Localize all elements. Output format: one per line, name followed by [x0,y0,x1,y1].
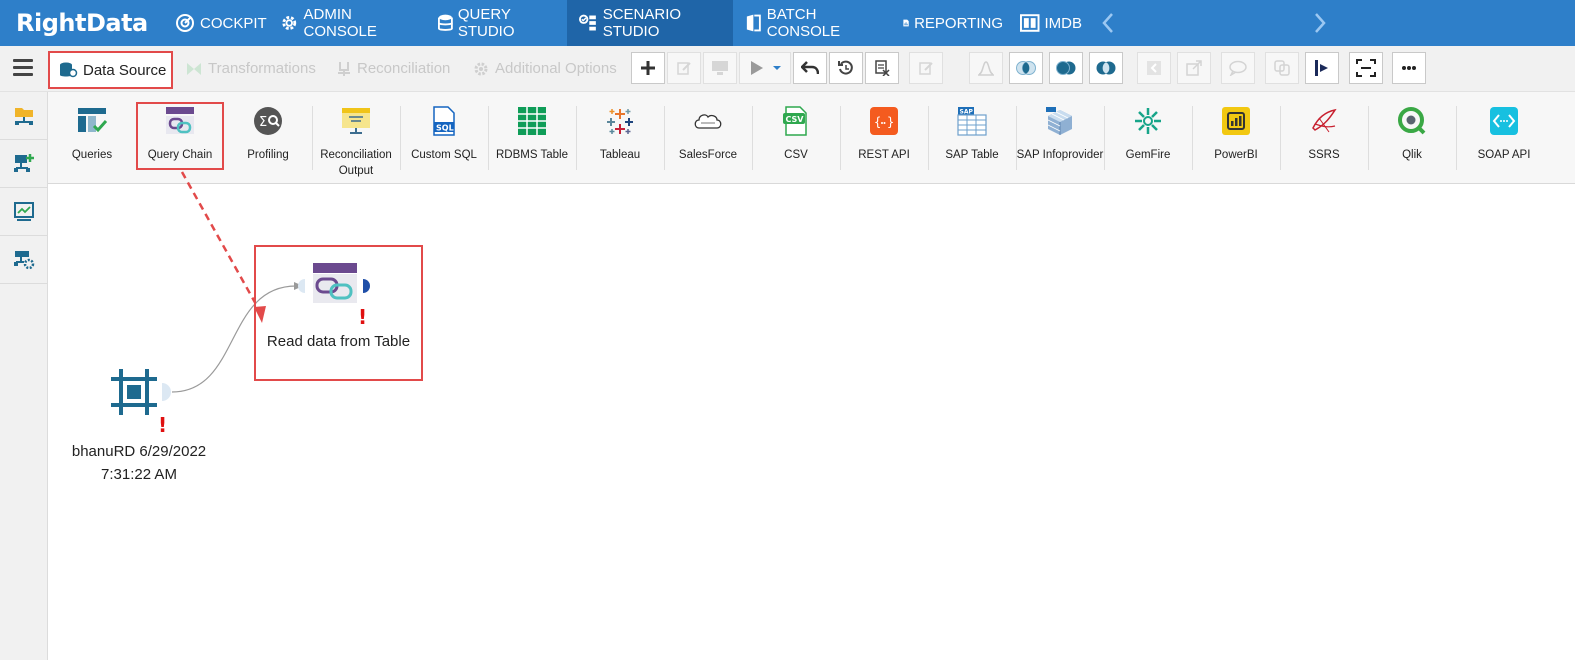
source-node-label: bhanuRD 6/29/2022 7:31:22 AM [68,440,210,486]
source-label-line2: 7:31:22 AM [101,466,177,483]
target-warning-icon: ! [358,305,368,329]
source-node-icon[interactable] [109,367,159,417]
target-input-port[interactable] [296,278,306,294]
source-output-port[interactable] [161,382,173,402]
target-output-port[interactable] [362,278,372,294]
drag-arrow [180,171,264,316]
canvas-overlay [171,171,303,393]
query-chain-node-icon[interactable] [312,262,358,304]
source-label-line1: bhanuRD 6/29/2022 [71,443,207,460]
target-node-label: Read data from Table [266,333,411,350]
source-warning-icon: ! [158,413,168,437]
